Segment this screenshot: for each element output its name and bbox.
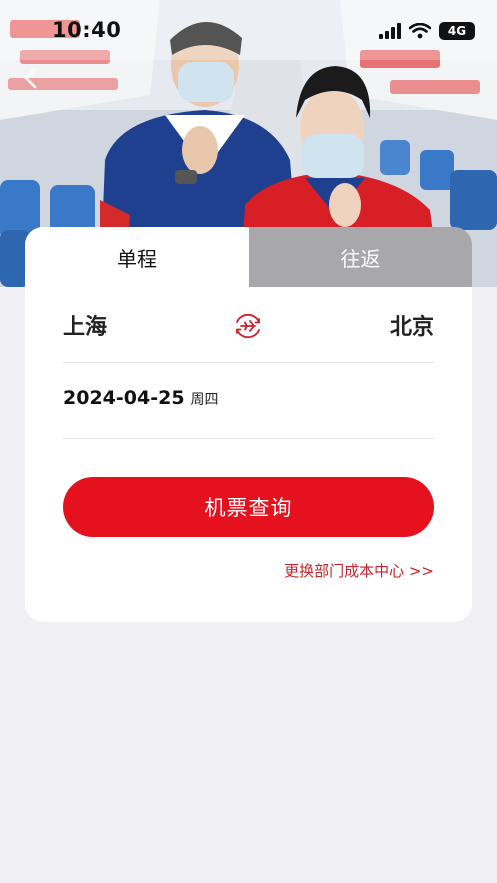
swap-cities-button[interactable] bbox=[233, 311, 263, 341]
departure-date: 2024-04-25 bbox=[63, 387, 185, 409]
departure-weekday: 周四 bbox=[190, 392, 219, 408]
search-flights-button[interactable]: 机票查询 bbox=[63, 477, 434, 537]
signal-icon bbox=[379, 23, 401, 39]
flight-search-card: 单程 往返 上海 北京 2024-04-25 周四 机票查询 更换部门成本中心 … bbox=[25, 227, 472, 622]
departure-date-selector[interactable]: 2024-04-25 周四 bbox=[63, 387, 434, 423]
route-row: 上海 北京 bbox=[63, 305, 434, 349]
divider bbox=[63, 362, 434, 363]
chevron-left-icon bbox=[24, 67, 37, 89]
back-button[interactable] bbox=[16, 62, 44, 94]
tab-one-way[interactable]: 单程 bbox=[25, 227, 249, 287]
divider bbox=[63, 438, 434, 439]
status-time: 10:40 bbox=[52, 18, 122, 42]
tab-round-trip[interactable]: 往返 bbox=[249, 227, 472, 287]
trip-type-tabs: 单程 往返 bbox=[25, 227, 472, 287]
arrival-city[interactable]: 北京 bbox=[390, 309, 434, 341]
status-icons: 4G bbox=[379, 22, 475, 40]
plane-icon bbox=[236, 313, 260, 339]
departure-city[interactable]: 上海 bbox=[63, 309, 107, 341]
status-bar: 10:40 4G bbox=[0, 0, 497, 60]
wifi-icon bbox=[409, 23, 431, 39]
network-badge: 4G bbox=[439, 22, 475, 40]
change-cost-center-link[interactable]: 更换部门成本中心 >> bbox=[284, 560, 434, 581]
